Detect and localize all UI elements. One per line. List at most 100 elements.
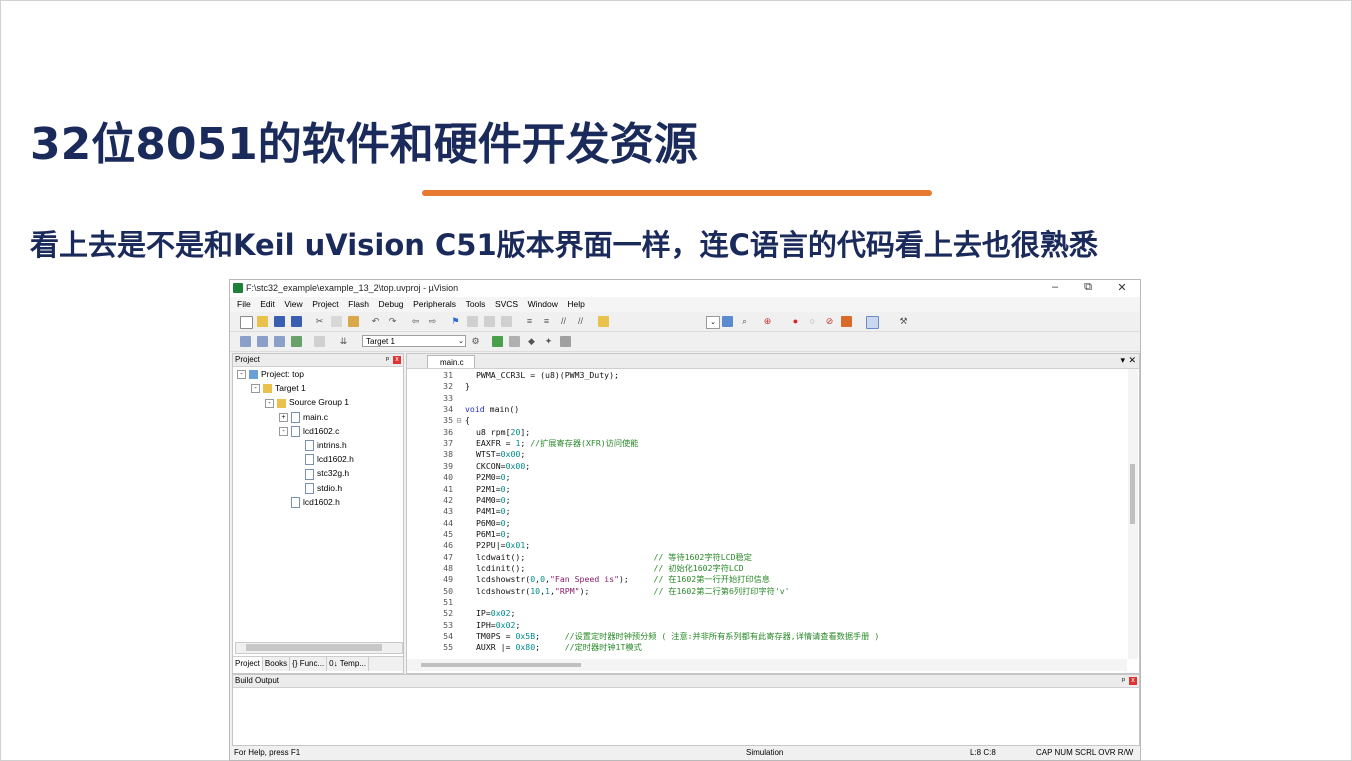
paste-icon[interactable] [348,316,359,327]
tree-item[interactable]: + main.c [279,412,328,423]
code-text: IPH=0x02; [476,619,521,630]
collapse-icon[interactable]: - [251,384,260,394]
tree-item[interactable]: - Source Group 1 [265,397,349,408]
editor-hscroll[interactable] [407,659,1127,671]
open-folder-icon[interactable] [257,316,268,327]
save-all-icon[interactable] [291,316,302,327]
pin-icon[interactable]: ᵖ [1122,675,1125,687]
tab-books[interactable]: Books [263,657,291,671]
close-editor-icon[interactable]: ✕ [1128,355,1136,366]
menu-file[interactable]: File [237,297,251,312]
bookmark-icon[interactable]: ⚑ [450,316,461,327]
window-layout-icon[interactable] [866,316,879,329]
copy-icon[interactable] [331,316,342,327]
pin-icon[interactable]: ᵖ [386,354,389,366]
close-button[interactable]: ✕ [1112,281,1132,294]
tree-item[interactable]: lcd1602.h [279,497,340,509]
tree-item[interactable]: stc32g.h [293,468,349,480]
menu-peripherals[interactable]: Peripherals [413,297,456,312]
editor-vscroll[interactable] [1128,369,1138,659]
indent-icon[interactable]: ≡ [524,316,535,327]
configure-icon[interactable]: ⚒ [898,316,909,327]
breakpoint-icon[interactable]: ● [790,316,801,327]
expand-icon[interactable]: + [279,412,288,422]
cut-icon[interactable]: ✂ [314,316,325,327]
minimize-button[interactable]: – [1045,281,1065,293]
select-packs-icon[interactable]: ✦ [543,336,554,347]
folder-icon [263,384,272,394]
debug-session-icon[interactable]: ⊕ [762,316,773,327]
collapse-icon[interactable]: - [237,370,246,380]
code-text: P4M1=0; [476,506,511,517]
tree-item[interactable]: stdio.h [293,483,342,494]
translate-icon[interactable] [240,336,251,347]
code-text: void main() [465,404,520,415]
rebuild-icon[interactable] [274,336,285,347]
disable-breakpoint-icon[interactable]: ○ [807,316,818,327]
target-select[interactable]: Target 1 ⌄ [362,335,466,347]
tab-functions[interactable]: {} Func... [290,657,328,671]
tab-list-icon[interactable]: ▾ [1120,355,1125,366]
menu-project[interactable]: Project [312,297,338,312]
code-area[interactable]: 31 PWMA_CCR3L = (u8)(PWM3_Duty); 32} 33 34 vo… [407,369,1127,659]
close-icon[interactable]: x [1129,677,1137,685]
close-icon[interactable]: x [393,356,401,364]
tree-item[interactable]: - lcd1602.c [279,426,339,438]
tab-project[interactable]: Project [233,657,263,671]
file-icon [305,468,314,480]
collapse-icon[interactable]: - [265,398,274,408]
tree-item[interactable]: - Project: top [237,369,304,380]
undo-icon[interactable]: ↶ [370,316,381,327]
tree-item[interactable]: intrins.h [293,440,347,452]
line-number: 36 [443,426,453,437]
new-file-icon[interactable] [240,316,253,329]
comment-icon[interactable]: // [558,316,569,327]
chevron-down-icon: ⌄ [458,338,464,345]
restore-button[interactable]: ⧉ [1078,281,1098,294]
fold-marker[interactable]: ⊟ [456,415,462,426]
target-select-value: Target 1 [366,337,395,346]
project-hscroll[interactable] [235,642,403,654]
run-time-env-icon[interactable] [560,336,571,347]
target-options-icon[interactable]: ⚙ [470,336,481,347]
tree-item[interactable]: lcd1602.h [293,454,354,466]
clear-bookmarks-icon[interactable] [501,316,512,327]
find-in-files-icon[interactable] [598,316,609,327]
find-icon[interactable] [722,316,733,327]
pack-installer-icon[interactable]: ◆ [526,336,537,347]
uncomment-icon[interactable]: // [575,316,586,327]
disable-all-breakpoints-icon[interactable]: ⊘ [824,316,835,327]
menu-edit[interactable]: Edit [260,297,275,312]
download-icon[interactable]: ⇊ [338,336,349,347]
redo-icon[interactable]: ↷ [387,316,398,327]
tree-item[interactable]: - Target 1 [251,383,306,394]
window-titlebar: F:\stc32_example\example_13_2\top.uvproj… [230,280,1140,297]
prev-bookmark-icon[interactable] [467,316,478,327]
menu-flash[interactable]: Flash [348,297,369,312]
unindent-icon[interactable]: ≡ [541,316,552,327]
code-line: 51 [407,597,1127,608]
menu-tools[interactable]: Tools [466,297,486,312]
menu-window[interactable]: Window [528,297,558,312]
line-number: 33 [443,392,453,403]
collapse-icon[interactable]: - [279,427,288,437]
menu-help[interactable]: Help [567,297,584,312]
incremental-find-icon[interactable]: ⌕ [739,316,750,327]
code-text: P4M0=0; [476,494,511,505]
build-icon[interactable] [257,336,268,347]
tab-main-c[interactable]: main.c [427,355,475,368]
nav-back-icon[interactable]: ⇦ [410,316,421,327]
save-icon[interactable] [274,316,285,327]
batch-build-icon[interactable] [291,336,302,347]
stop-build-icon[interactable] [314,336,325,347]
menu-view[interactable]: View [284,297,302,312]
kill-breakpoints-icon[interactable] [841,316,852,327]
file-extensions-icon[interactable] [509,336,520,347]
next-bookmark-icon[interactable] [484,316,495,327]
zoom-dropdown[interactable]: ⌄ [706,316,720,329]
nav-forward-icon[interactable]: ⇨ [427,316,438,327]
tab-templates[interactable]: 0↓ Temp... [327,657,369,671]
manage-components-icon[interactable] [492,336,503,347]
menu-svcs[interactable]: SVCS [495,297,518,312]
menu-debug[interactable]: Debug [378,297,403,312]
